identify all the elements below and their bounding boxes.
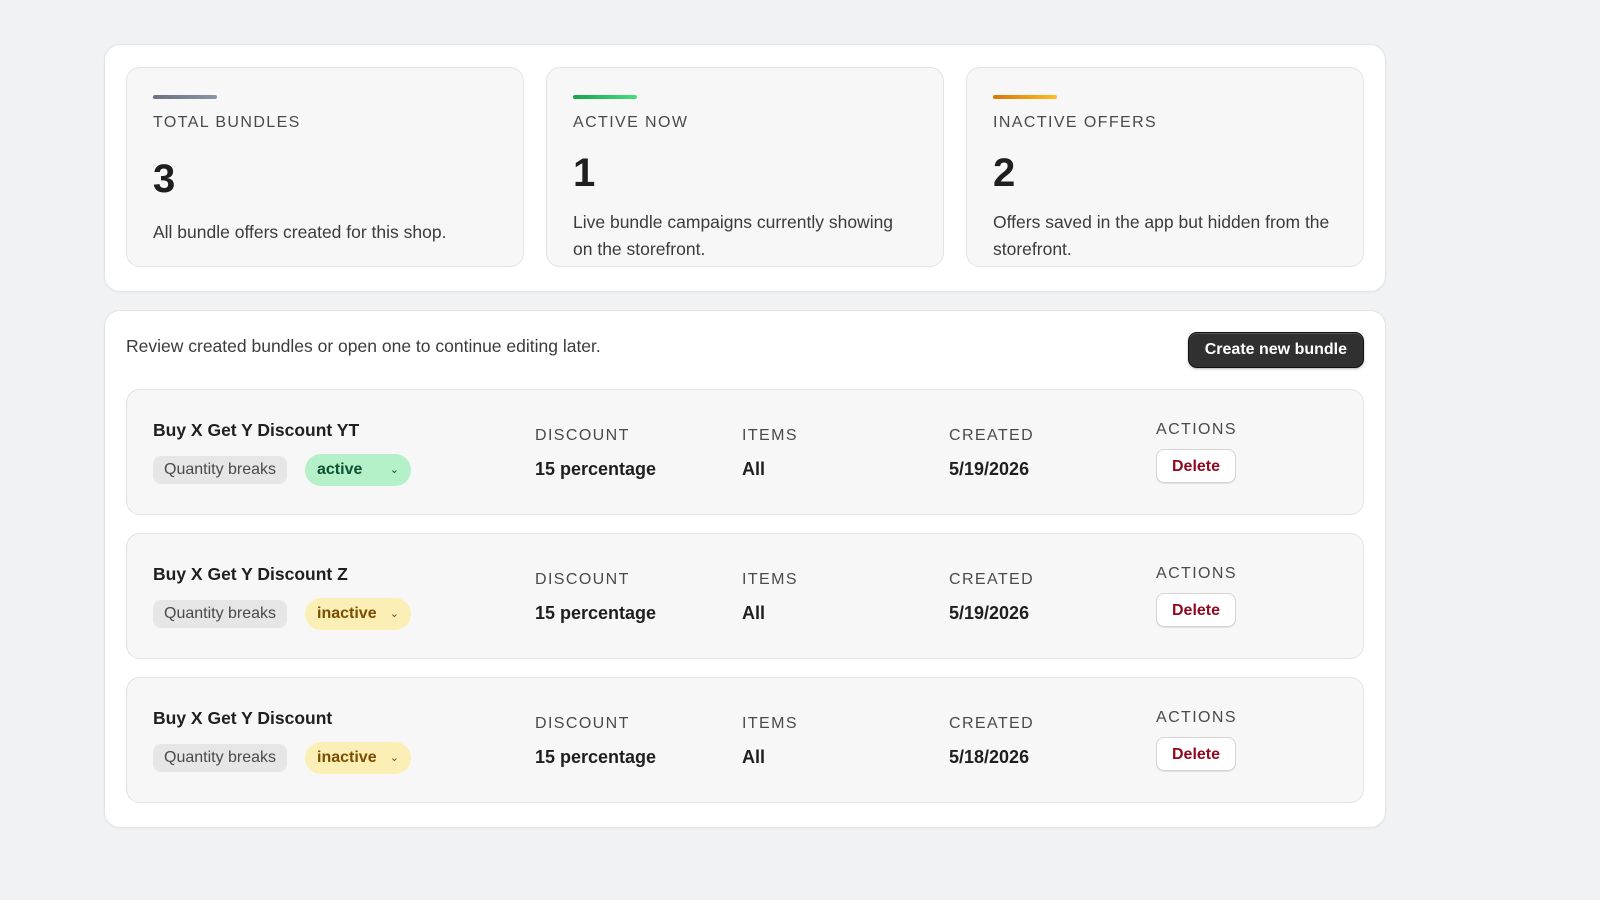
bundle-name[interactable]: Buy X Get Y Discount bbox=[153, 707, 332, 729]
discount-label: DISCOUNT bbox=[535, 715, 630, 732]
stat-card-active-now: ACTIVE NOW 1 Live bundle campaigns curre… bbox=[546, 67, 944, 267]
discount-value: 15 percentage bbox=[535, 747, 657, 767]
items-column: ITEMS All bbox=[742, 426, 798, 480]
bundle-row[interactable]: Buy X Get Y Discount Quantity breaks ina… bbox=[126, 677, 1364, 803]
delete-button[interactable]: Delete bbox=[1156, 449, 1236, 483]
stat-accent-bar bbox=[993, 95, 1057, 99]
stat-description: Live bundle campaigns currently showing … bbox=[573, 212, 894, 259]
bundle-type-tag: Quantity breaks bbox=[153, 456, 288, 484]
created-column: CREATED 5/18/2026 bbox=[949, 714, 1034, 768]
stat-description: Offers saved in the app but hidden from … bbox=[993, 212, 1330, 259]
created-value: 5/19/2026 bbox=[949, 603, 1030, 623]
bundle-name[interactable]: Buy X Get Y Discount YT bbox=[153, 419, 359, 441]
actions-label: ACTIONS bbox=[1156, 709, 1237, 726]
actions-column: ACTIONS Delete bbox=[1156, 420, 1237, 483]
items-column: ITEMS All bbox=[742, 714, 798, 768]
bundle-row[interactable]: Buy X Get Y Discount Z Quantity breaks i… bbox=[126, 533, 1364, 659]
chevron-down-icon: ⌄ bbox=[389, 752, 399, 764]
created-label: CREATED bbox=[949, 715, 1035, 732]
status-value: inactive bbox=[317, 605, 377, 622]
delete-button[interactable]: Delete bbox=[1156, 593, 1236, 627]
stat-value: 1 bbox=[573, 151, 596, 195]
created-column: CREATED 5/19/2026 bbox=[949, 426, 1034, 480]
status-select[interactable]: inactive ⌄ bbox=[305, 598, 411, 630]
status-value: inactive bbox=[317, 749, 377, 766]
discount-column: DISCOUNT 15 percentage bbox=[535, 426, 656, 480]
discount-label: DISCOUNT bbox=[535, 427, 630, 444]
stat-accent-bar bbox=[573, 95, 637, 99]
created-value: 5/19/2026 bbox=[949, 459, 1030, 479]
bundle-row[interactable]: Buy X Get Y Discount YT Quantity breaks … bbox=[126, 389, 1364, 515]
stat-card-total-bundles: TOTAL BUNDLES 3 All bundle offers create… bbox=[126, 67, 524, 267]
bundle-type-tag: Quantity breaks bbox=[153, 600, 288, 628]
stat-label: INACTIVE OFFERS bbox=[993, 114, 1158, 131]
created-label: CREATED bbox=[949, 427, 1035, 444]
discount-value: 15 percentage bbox=[535, 459, 657, 479]
discount-value: 15 percentage bbox=[535, 603, 657, 623]
stats-panel: TOTAL BUNDLES 3 All bundle offers create… bbox=[104, 44, 1386, 292]
items-label: ITEMS bbox=[742, 715, 798, 732]
created-value: 5/18/2026 bbox=[949, 747, 1030, 767]
bundle-name[interactable]: Buy X Get Y Discount Z bbox=[153, 563, 348, 585]
items-value: All bbox=[742, 603, 766, 623]
items-label: ITEMS bbox=[742, 571, 798, 588]
status-value: active bbox=[317, 461, 363, 478]
status-select[interactable]: active ⌄ bbox=[305, 454, 411, 486]
discount-column: DISCOUNT 15 percentage bbox=[535, 714, 656, 768]
create-new-bundle-button[interactable]: Create new bundle bbox=[1187, 332, 1364, 368]
stat-accent-bar bbox=[153, 95, 217, 99]
stat-label: ACTIVE NOW bbox=[573, 114, 689, 131]
actions-label: ACTIONS bbox=[1156, 565, 1237, 582]
items-label: ITEMS bbox=[742, 427, 798, 444]
stat-label: TOTAL BUNDLES bbox=[153, 114, 301, 131]
created-column: CREATED 5/19/2026 bbox=[949, 570, 1034, 624]
actions-column: ACTIONS Delete bbox=[1156, 564, 1237, 627]
stat-value: 2 bbox=[993, 151, 1016, 195]
stat-description: All bundle offers created for this shop. bbox=[153, 222, 447, 242]
status-select[interactable]: inactive ⌄ bbox=[305, 742, 411, 774]
stat-card-inactive-offers: INACTIVE OFFERS 2 Offers saved in the ap… bbox=[966, 67, 1364, 267]
items-value: All bbox=[742, 459, 766, 479]
items-column: ITEMS All bbox=[742, 570, 798, 624]
discount-column: DISCOUNT 15 percentage bbox=[535, 570, 656, 624]
items-value: All bbox=[742, 747, 766, 767]
actions-column: ACTIONS Delete bbox=[1156, 708, 1237, 771]
discount-label: DISCOUNT bbox=[535, 571, 630, 588]
chevron-down-icon: ⌄ bbox=[389, 464, 399, 476]
chevron-down-icon: ⌄ bbox=[389, 608, 399, 620]
created-label: CREATED bbox=[949, 571, 1035, 588]
stat-value: 3 bbox=[153, 157, 176, 201]
actions-label: ACTIONS bbox=[1156, 421, 1237, 438]
bundle-list-intro: Review created bundles or open one to co… bbox=[126, 336, 601, 356]
bundle-list-panel: Review created bundles or open one to co… bbox=[104, 310, 1386, 828]
bundle-type-tag: Quantity breaks bbox=[153, 744, 288, 772]
delete-button[interactable]: Delete bbox=[1156, 737, 1236, 771]
